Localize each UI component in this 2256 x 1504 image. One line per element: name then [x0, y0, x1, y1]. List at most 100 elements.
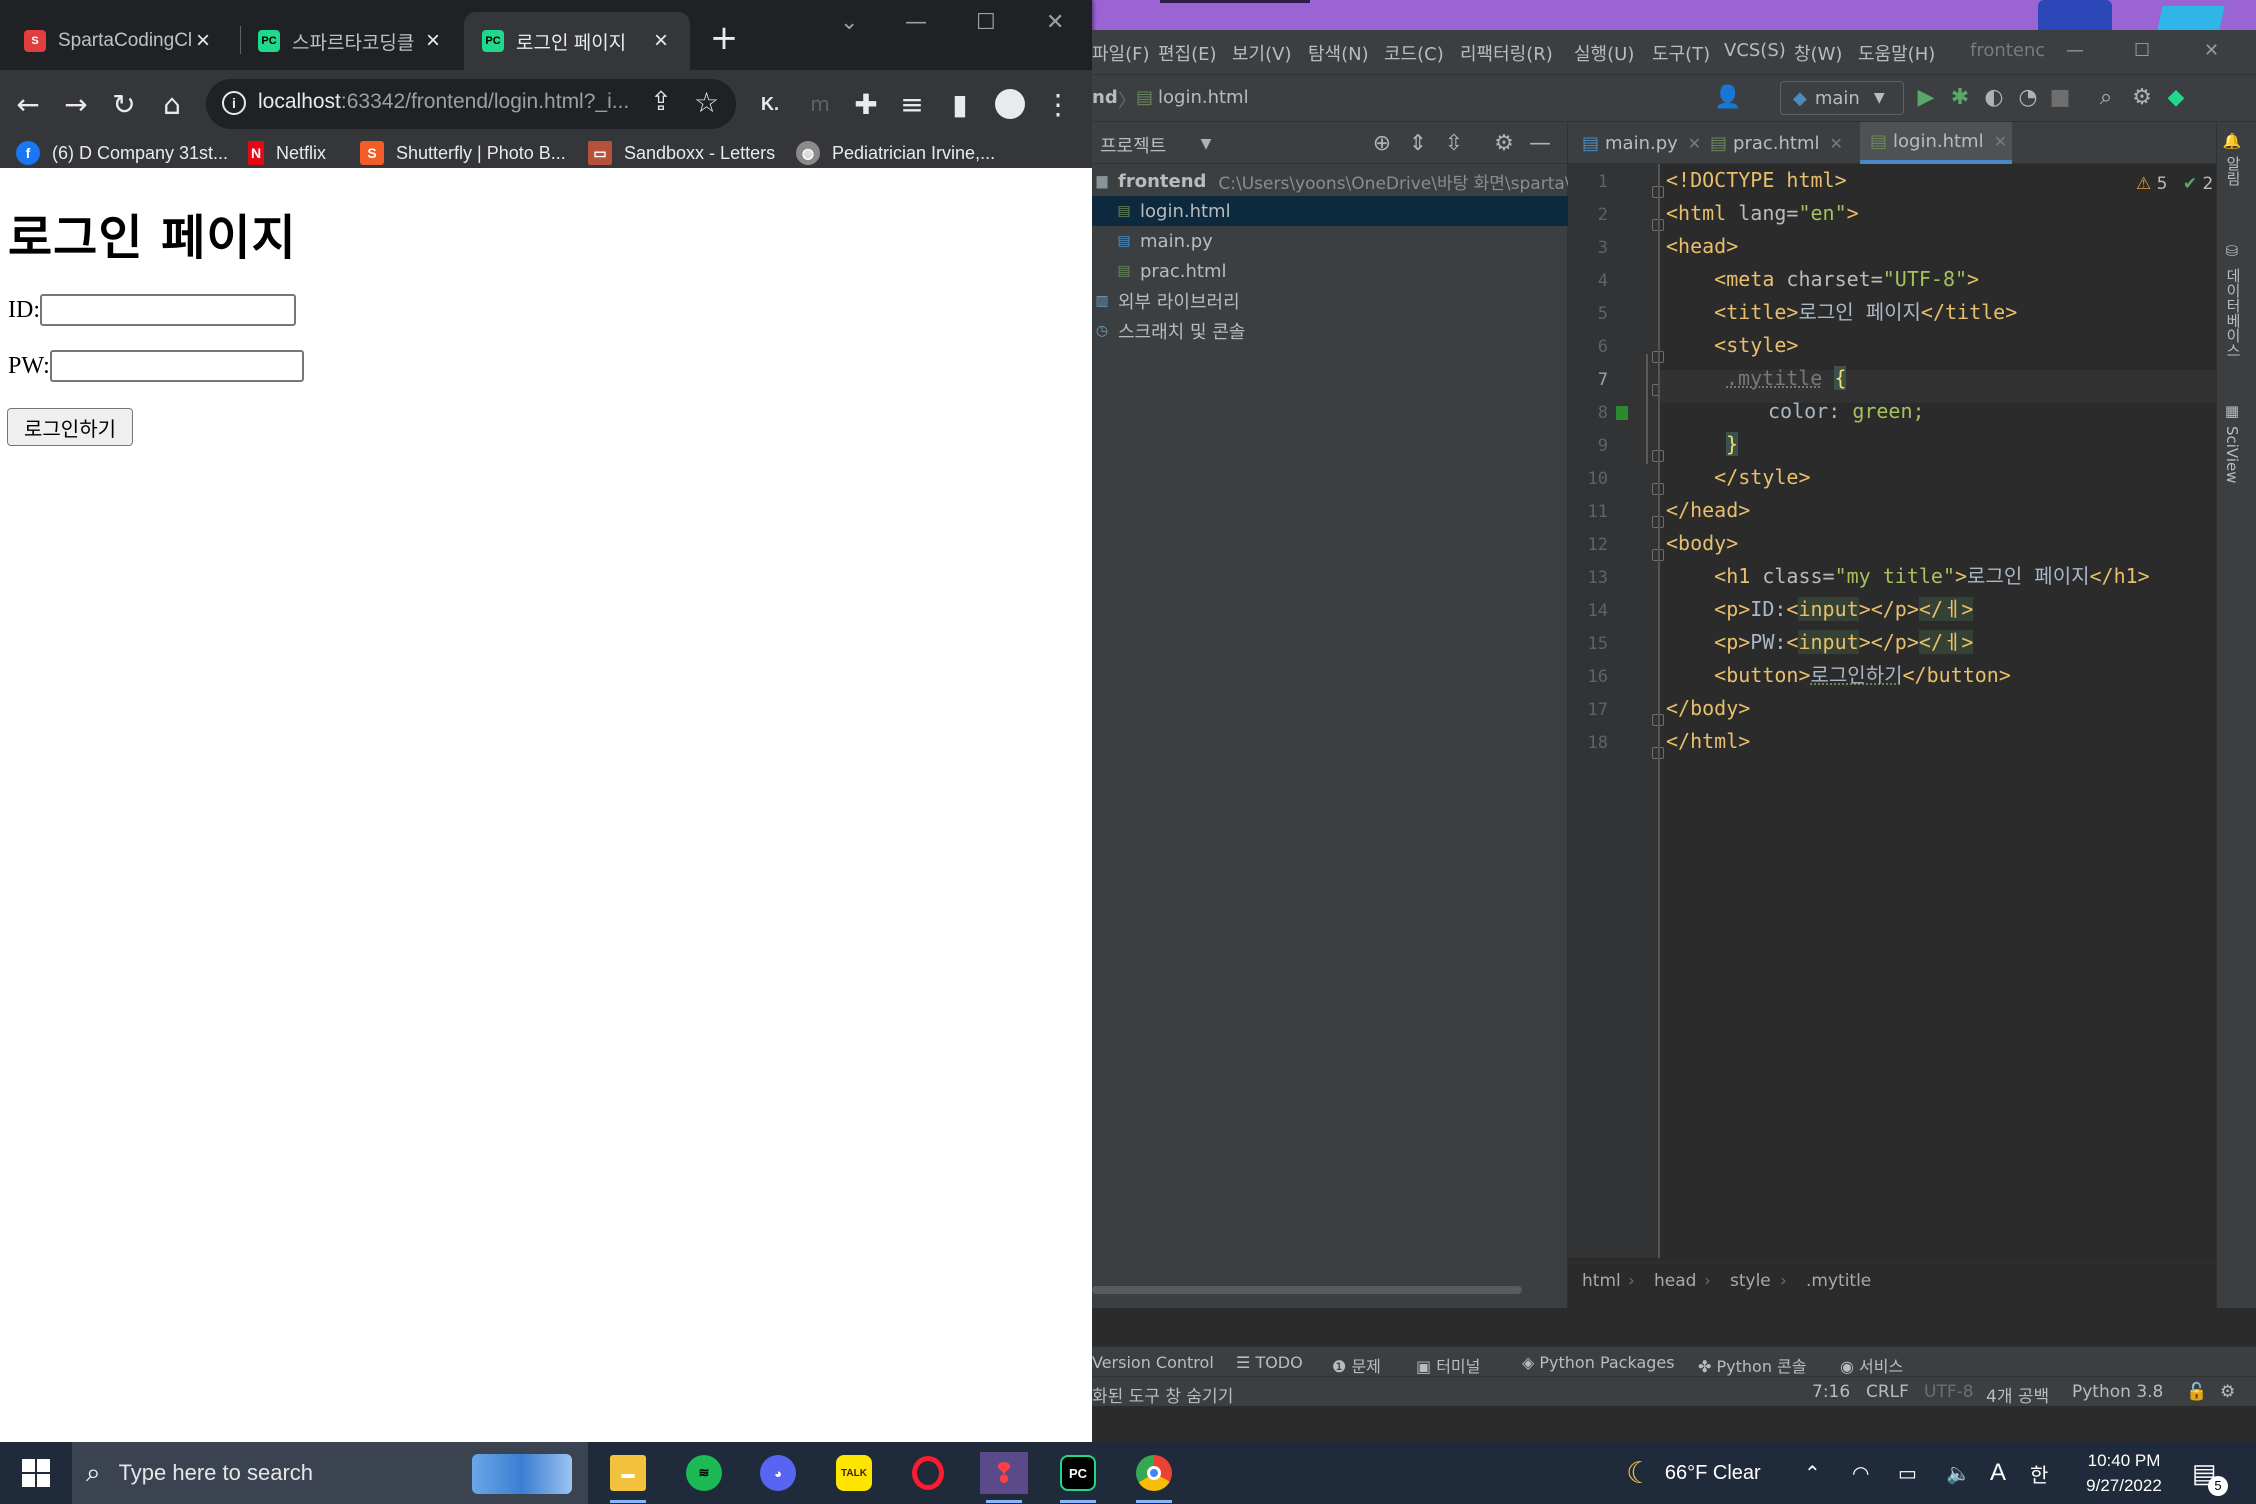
editor-tab-main-py[interactable]: ▤ main.py ✕: [1568, 122, 1701, 164]
close-window-icon[interactable]: ✕: [1046, 10, 1064, 35]
extension-k-icon[interactable]: K.: [750, 70, 790, 138]
memory-indicator-icon[interactable]: ⚙: [2220, 1382, 2235, 1402]
sciview-icon[interactable]: ▦: [2223, 402, 2241, 420]
close-tab-icon[interactable]: ×: [192, 27, 214, 55]
breadcrumb-item[interactable]: html: [1582, 1271, 1621, 1291]
menu-vcs[interactable]: VCS(S): [1724, 40, 1786, 61]
ide-minimize-icon[interactable]: —: [2066, 40, 2084, 61]
settings-gear-icon[interactable]: ⚙: [2128, 83, 2156, 111]
nav-project-crumb[interactable]: nd: [1092, 87, 1118, 108]
breadcrumb-item[interactable]: .mytitle: [1806, 1271, 1871, 1291]
volume-icon[interactable]: 🔈: [1946, 1442, 1971, 1504]
project-title[interactable]: 프로젝트: [1100, 132, 1166, 158]
tab-search-chevron-icon[interactable]: ⌄: [840, 10, 858, 35]
line-separator[interactable]: CRLF: [1866, 1382, 1909, 1402]
ide-close-icon[interactable]: ✕: [2204, 40, 2219, 61]
read-only-lock-icon[interactable]: 🔓: [2186, 1382, 2207, 1402]
minimize-icon[interactable]: —: [905, 10, 927, 35]
taskbar-pycharm[interactable]: PC: [1054, 1452, 1102, 1503]
browser-tab-spartacoding[interactable]: S SpartaCodingCl ×: [6, 12, 232, 70]
bookmark-star-icon[interactable]: ☆: [694, 86, 719, 119]
expand-all-icon[interactable]: ⇕: [1404, 130, 1432, 158]
nav-file-crumb[interactable]: login.html: [1158, 87, 1249, 108]
taskbar-opera[interactable]: [904, 1452, 952, 1494]
taskbar-chrome[interactable]: [1130, 1452, 1178, 1503]
run-configuration-select[interactable]: ◆ main ▼: [1780, 81, 1904, 115]
taskbar-kakaotalk[interactable]: TALK: [830, 1452, 878, 1494]
browser-tab-login-page[interactable]: PC 로그인 페이지 ×: [464, 12, 690, 70]
new-tab-plus-icon[interactable]: +: [704, 18, 744, 58]
taskbar-spotify[interactable]: ≋: [680, 1452, 728, 1494]
notifications-tool[interactable]: 알림: [2223, 156, 2244, 186]
side-panel-icon[interactable]: ▮: [940, 70, 980, 138]
bookmark-item[interactable]: N Netflix: [248, 138, 326, 168]
close-tab-icon[interactable]: ×: [650, 27, 672, 55]
database-icon[interactable]: ⛁: [2223, 242, 2241, 260]
extensions-puzzle-icon[interactable]: ✚: [846, 70, 886, 138]
tree-item-prac-html[interactable]: ▤ prac.html: [1092, 256, 1568, 286]
taskbar-search-box[interactable]: ⌕ Type here to search: [72, 1442, 588, 1504]
menu-run[interactable]: 실행(U): [1574, 40, 1634, 66]
taskbar-app-active[interactable]: ❢: [980, 1452, 1028, 1503]
close-tab-icon[interactable]: ✕: [1994, 132, 2007, 151]
close-tab-icon[interactable]: ✕: [1830, 134, 1843, 153]
menu-help[interactable]: 도움말(H): [1858, 40, 1935, 66]
notifications-bell-icon[interactable]: 🔔: [2223, 132, 2241, 150]
pw-input[interactable]: [49, 350, 304, 382]
extension-m-icon[interactable]: m: [800, 70, 840, 138]
ime-mode-indicator[interactable]: 한: [2030, 1442, 2048, 1504]
debug-icon[interactable]: ✱: [1946, 83, 1974, 111]
editor-tab-prac-html[interactable]: ▤ prac.html ✕: [1700, 122, 1858, 164]
version-control-tool[interactable]: Version Control: [1092, 1353, 1214, 1372]
id-input[interactable]: [40, 294, 296, 326]
bookmark-item[interactable]: ◍ Pediatrician Irvine,...: [796, 138, 995, 168]
address-bar[interactable]: i localhost:63342/frontend/login.html?_i…: [206, 79, 736, 129]
tree-item-main-py[interactable]: ▤ main.py: [1092, 226, 1568, 256]
menu-window[interactable]: 창(W): [1794, 40, 1842, 66]
tree-root-frontend[interactable]: ▆ frontend C:\Users\yoons\OneDrive\바탕 화면…: [1092, 166, 1568, 196]
input-language-indicator[interactable]: A: [1990, 1442, 2006, 1504]
code-area[interactable]: <!DOCTYPE html> <html lang="en"> <head> …: [1646, 164, 2256, 1258]
profile-avatar-icon[interactable]: [990, 70, 1030, 138]
maximize-icon[interactable]: ☐: [976, 10, 996, 35]
browser-tab-sparta-pycharm[interactable]: PC 스파르타코딩클 ×: [240, 12, 462, 70]
breadcrumb-item[interactable]: style: [1730, 1271, 1771, 1291]
python-interpreter[interactable]: Python 3.8: [2072, 1382, 2163, 1402]
menu-view[interactable]: 보기(V): [1232, 40, 1291, 66]
profile-run-icon[interactable]: ◔: [2014, 83, 2042, 111]
taskbar-file-explorer[interactable]: ▬: [604, 1452, 652, 1503]
editor-tab-login-html[interactable]: ▤ login.html ✕: [1860, 122, 2012, 164]
close-tab-icon[interactable]: ×: [422, 27, 444, 55]
user-account-icon[interactable]: 👤: [1714, 83, 1742, 111]
bookmark-item[interactable]: f (6) D Company 31st...: [16, 138, 228, 168]
taskbar-clock[interactable]: 10:40 PM 9/27/2022: [2074, 1448, 2174, 1498]
breadcrumb-item[interactable]: head: [1654, 1271, 1696, 1291]
reload-icon[interactable]: ↻: [104, 70, 144, 138]
ide-maximize-icon[interactable]: ☐: [2134, 40, 2150, 61]
bookmark-item[interactable]: ▭ Sandboxx - Letters: [588, 138, 775, 168]
tree-item-login-html[interactable]: ▤ login.html: [1092, 196, 1568, 226]
problems-tool[interactable]: ❶ 문제: [1332, 1353, 1381, 1377]
hide-panel-icon[interactable]: —: [1526, 130, 1554, 158]
bookmark-item[interactable]: S Shutterfly | Photo B...: [360, 138, 566, 168]
login-button[interactable]: 로그인하기: [7, 408, 133, 446]
todo-tool[interactable]: ☰ TODO: [1236, 1353, 1303, 1372]
jetbrains-logo-icon[interactable]: ◆: [2162, 83, 2190, 111]
taskbar-discord[interactable]: ◕: [754, 1452, 802, 1494]
wifi-icon[interactable]: ◠: [1852, 1442, 1869, 1504]
windows-start-icon[interactable]: [10, 1452, 62, 1494]
chevron-down-icon[interactable]: ▼: [1192, 130, 1220, 158]
menu-tools[interactable]: 도구(T): [1652, 40, 1710, 66]
stop-icon[interactable]: ■: [2046, 83, 2074, 111]
menu-file[interactable]: 파일(F): [1092, 40, 1150, 66]
collapse-all-icon[interactable]: ⇳: [1440, 130, 1468, 158]
tree-item-scratches[interactable]: ◷ 스크래치 및 콘솔: [1092, 316, 1568, 346]
python-packages-tool[interactable]: ◈ Python Packages: [1522, 1353, 1675, 1372]
database-tool[interactable]: 데이터베이스: [2223, 268, 2244, 358]
terminal-tool[interactable]: ▣ 터미널: [1416, 1353, 1480, 1377]
menu-code[interactable]: 코드(C): [1384, 40, 1444, 66]
sciview-tool[interactable]: SciView: [2223, 426, 2241, 484]
battery-icon[interactable]: ▭: [1898, 1442, 1917, 1504]
run-icon[interactable]: ▶: [1912, 83, 1940, 111]
menu-edit[interactable]: 편집(E): [1158, 40, 1217, 66]
